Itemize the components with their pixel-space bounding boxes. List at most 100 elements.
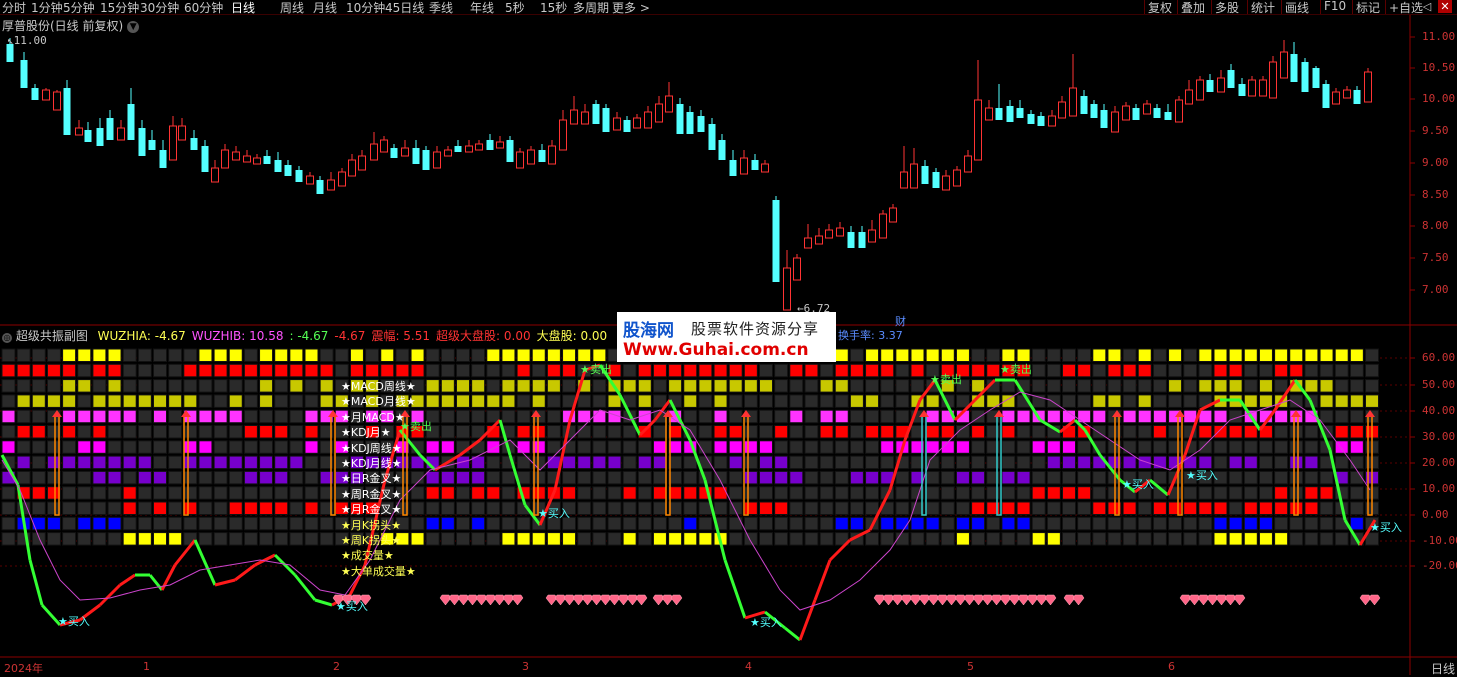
resonance-cell [31,455,46,470]
resonance-cell [168,379,183,393]
resonance-cell [46,516,61,531]
resonance-cell [955,516,970,531]
resonance-cell [1016,501,1031,515]
resonance-cell [153,455,167,470]
resonance-cell [562,348,577,362]
resonance-cell [728,409,743,424]
resonance-cell [440,516,455,531]
resonance-cell [137,486,152,500]
resonance-cell [789,486,804,500]
resonance-cell [713,363,728,378]
candlestick [1343,86,1351,99]
resonance-cell [46,394,61,408]
resonance-cell [774,516,789,531]
resonance-cell [698,425,713,439]
resonance-cell [31,470,46,485]
resonance-cell [1062,501,1076,515]
resonance-cell [925,394,940,408]
resonance-cell [137,516,152,531]
candlestick [1259,76,1267,97]
resonance-cell [1077,409,1092,424]
diamond-icon [511,594,524,606]
price-tick: 10.00 [1422,92,1456,105]
resonance-cell [910,348,925,362]
resonance-cell [243,440,258,454]
candlestick [932,168,940,188]
resonance-cell [1258,532,1273,546]
resonance-cell [1319,532,1334,546]
resonance-cell [122,409,137,424]
resonance-cell [243,409,258,424]
resonance-cell [607,455,622,470]
candlestick [623,116,631,132]
resonance-cell [228,409,243,424]
resonance-cell [668,379,683,393]
resonance-cell [198,516,213,531]
resonance-cell [289,501,304,515]
resonance-cell [92,394,107,408]
resonance-cell [562,486,577,500]
resonance-cell [713,501,728,515]
resonance-cell [486,455,501,470]
resonance-cell [1304,440,1319,454]
resonance-cell [607,470,622,485]
resonance-cell [562,379,577,393]
resonance-cell [243,348,258,362]
resonance-cell [1304,486,1319,500]
resonance-cell [865,379,880,393]
resonance-cell [789,394,804,408]
resonance-cell [652,363,667,378]
resonance-cell [910,516,925,531]
resonance-cell [1046,348,1061,362]
resonance-cell [1001,348,1016,362]
resonance-cell [471,532,486,546]
resonance-cell [940,516,955,531]
resonance-cell [425,532,440,546]
resonance-cell [1122,363,1137,378]
resonance-cell [1077,363,1092,378]
resonance-cell [804,409,819,424]
resonance-cell [228,501,243,515]
resonance-cell [849,348,864,362]
diamond-icon [608,594,621,606]
resonance-cell [1107,516,1122,531]
resonance-cell [1016,470,1031,485]
resonance-cell [713,425,728,439]
resonance-cell [486,516,501,531]
indicator-tick: 0.00 [1422,508,1449,521]
resonance-cell [592,532,607,546]
resonance-cell [1107,532,1122,546]
settings-icon[interactable]: ◎ [2,333,12,343]
resonance-cell [743,470,758,485]
resonance-cell [62,394,77,408]
candlestick [686,106,694,134]
resonance-row-label: ★KDJ月线★ [341,457,402,470]
diamond-icon [670,594,683,606]
resonance-cell [637,455,652,470]
resonance-cell [304,470,319,485]
resonance-cell [1365,394,1379,408]
resonance-cell [562,532,577,546]
resonance-cell [46,532,61,546]
watermark-brand: 股海网 [623,321,674,341]
signal-label: ★卖出 [400,420,432,433]
resonance-cell [986,455,1001,470]
resonance-cell [1001,516,1016,531]
resonance-cell [137,348,152,362]
diamond-icon [1026,594,1039,606]
diamond-icon [1008,594,1021,606]
diamond-icon [1233,594,1246,606]
resonance-cell [955,501,970,515]
resonance-cell [471,348,486,362]
resonance-cell [1349,363,1364,378]
resonance-cell [1062,363,1076,378]
resonance-cell [1031,486,1046,500]
diamond-icon [599,594,612,606]
resonance-cell [1046,486,1061,500]
resonance-cell [1031,425,1046,439]
frequency-label[interactable]: 日线 [1431,660,1455,677]
legend-item-2: : -4.67 [289,329,329,343]
resonance-cell [274,532,289,546]
resonance-cell [849,379,864,393]
resonance-cell [1107,348,1122,362]
